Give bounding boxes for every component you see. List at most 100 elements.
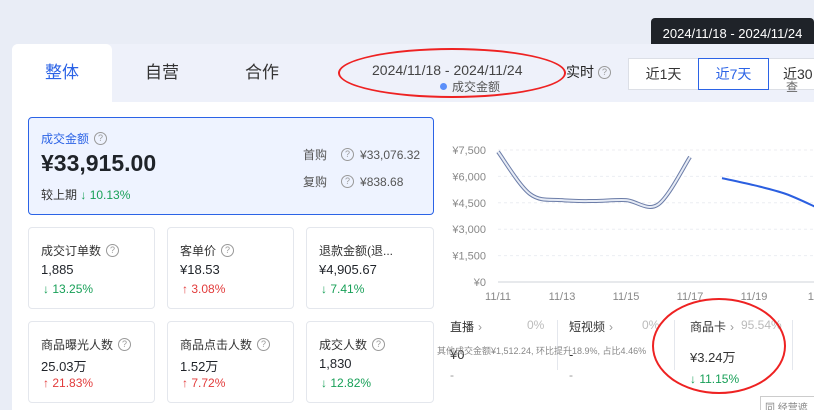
metric-label-row: 退款金额(退... (319, 242, 393, 259)
series-line-outline (496, 150, 692, 209)
metric-label-row: 商品点击人数? (180, 336, 271, 353)
arrow-down-icon: ↓ (321, 282, 331, 296)
y-tick-label: ¥7,500 (451, 145, 486, 157)
metric-label: 商品曝光人数 (41, 338, 114, 352)
tab-self-operated[interactable]: 自营 (112, 44, 212, 102)
question-icon[interactable]: ? (341, 148, 355, 161)
metric-label-row: 商品曝光人数? (41, 336, 132, 353)
channel-pct: 0% (527, 318, 545, 332)
gmv-change: 10.13% (89, 188, 131, 202)
gmv-card[interactable]: 成交金额 ? ¥33,915.00 较上期 ↓ 10.13% 首购 ? ¥33,… (28, 117, 434, 215)
tab-overall[interactable]: 整体 (12, 44, 112, 102)
x-tick-label: 11/19 (741, 291, 768, 303)
metric-change: ↑ 3.08% (182, 282, 226, 296)
arrow-up-icon: ↑ (182, 282, 192, 296)
metric-card-avg-order[interactable]: 客单价? ¥18.53 ↑ 3.08% (167, 227, 294, 309)
y-tick-label: ¥1,500 (451, 251, 486, 263)
metric-card-clicks[interactable]: 商品点击人数? 1.52万 ↑ 7.72% (167, 321, 294, 403)
metric-value: ¥18.53 (180, 262, 220, 277)
metric-change: ↓ 13.25% (43, 282, 94, 296)
channel-change: ↓ 11.15% (690, 372, 740, 386)
chevron-right-icon: › (478, 319, 483, 334)
metric-value: 25.03万 (41, 359, 87, 374)
channel-label: 商品卡 (690, 320, 727, 334)
first-purchase-row: 首购 ? ¥33,076.32 (303, 146, 420, 163)
arrow-down-icon: ↓ (690, 372, 700, 386)
metric-card-refund[interactable]: 退款金额(退... ¥4,905.67 ↓ 7.41% (306, 227, 434, 309)
tab-cooperation[interactable]: 合作 (212, 44, 312, 102)
first-purchase-value: ¥33,076.32 (360, 147, 421, 162)
first-purchase-label: 首购 (303, 148, 328, 162)
metric-value: 1,830 (319, 356, 352, 371)
metric-label: 成交人数 (319, 338, 368, 352)
filter-1-day[interactable]: 近1天 (628, 58, 699, 90)
divider (792, 320, 793, 370)
repurchase-row: 复购 ? ¥838.68 (303, 173, 403, 190)
metric-label-row: 成交人数? (319, 336, 386, 353)
arrow-down-icon: ↓ (43, 282, 53, 296)
metric-label: 商品点击人数 (180, 338, 253, 352)
question-icon[interactable]: ? (598, 65, 611, 79)
channel-change: - (569, 368, 573, 382)
x-tick-label: 11/13 (549, 291, 576, 303)
y-tick-label: ¥4,500 (451, 198, 486, 210)
metric-change: ↓ 12.82% (321, 376, 372, 390)
metric-card-orders[interactable]: 成交订单数? 1,885 ↓ 13.25% (28, 227, 155, 309)
question-icon[interactable]: ? (257, 338, 271, 351)
metric-card-exposure[interactable]: 商品曝光人数? 25.03万 ↑ 21.83% (28, 321, 155, 403)
channel-value: ¥3.24万 (690, 350, 736, 365)
x-tick-label: 11/11 (485, 291, 511, 303)
legend-dot-icon (440, 83, 447, 90)
channel-pct: 95.54% (741, 318, 782, 332)
question-icon[interactable]: ? (118, 338, 132, 351)
x-tick-label: 11/15 (613, 291, 640, 303)
chevron-right-icon: › (609, 319, 614, 334)
y-tick-label: ¥0 (473, 277, 486, 289)
x-tick-label: 11/17 (677, 291, 704, 303)
metric-label-row: 客单价? (180, 242, 235, 259)
metric-card-buyers[interactable]: 成交人数? 1,830 ↓ 12.82% (306, 321, 434, 403)
gmv-label-row: 成交金额 ? (41, 130, 108, 147)
realtime-toggle[interactable]: 实时 ? (566, 62, 611, 82)
metric-label: 成交订单数 (41, 244, 102, 258)
metric-change: ↑ 21.83% (43, 376, 94, 390)
metric-value: 1,885 (41, 262, 74, 277)
channel-change: - (450, 368, 454, 382)
arrow-up-icon: ↑ (182, 376, 192, 390)
channel-label: 直播 (450, 320, 475, 334)
realtime-label: 实时 (566, 64, 594, 80)
question-icon[interactable]: ? (106, 244, 120, 257)
channel-product-card[interactable]: 商品卡 › ¥3.24万 ↓ 11.15% (690, 318, 740, 387)
repurchase-label: 复购 (303, 175, 328, 189)
corner-button[interactable]: 同 经营遮 (760, 396, 814, 410)
gmv-label: 成交金额 (41, 132, 90, 146)
question-icon[interactable]: ? (372, 338, 386, 351)
arrow-down-icon: ↓ (321, 376, 331, 390)
date-range-label: 2024/11/18 - 2024/11/24 (372, 62, 523, 78)
series-line-current-period (721, 177, 814, 208)
channel-pct: 0% (642, 318, 660, 332)
metric-change: ↓ 7.41% (321, 282, 365, 296)
filter-7-days[interactable]: 近7天 (698, 58, 769, 90)
footnote: 其他成交金额¥1,512.24, 环比提升18.9%, 占比4.46% (437, 346, 647, 356)
gmv-compare: 较上期 ↓ 10.13% (41, 186, 130, 203)
y-tick-label: ¥3,000 (451, 224, 486, 236)
metric-label-row: 成交订单数? (41, 242, 120, 259)
arrow-down-icon: ↓ (80, 188, 87, 202)
question-icon[interactable]: ? (341, 175, 355, 188)
y-tick-label: ¥6,000 (451, 171, 486, 183)
gmv-trend-chart: ¥0 ¥1,500 ¥3,000 ¥4,500 ¥6,000 ¥7,500 11/11 11/… (451, 145, 814, 303)
metric-value: 1.52万 (180, 359, 219, 374)
metric-value: ¥4,905.67 (319, 262, 377, 277)
compare-label: 较上期 (41, 188, 78, 202)
chevron-right-icon: › (730, 319, 735, 334)
channel-label: 短视频 (569, 320, 606, 334)
repurchase-value: ¥838.68 (360, 174, 404, 189)
metric-change: ↑ 7.72% (182, 376, 226, 390)
arrow-up-icon: ↑ (43, 376, 53, 390)
question-icon[interactable]: ? (221, 244, 235, 257)
metric-label: 客单价 (180, 244, 217, 258)
gmv-value: ¥33,915.00 (41, 150, 157, 176)
x-tick-label: 11/2 (808, 291, 814, 303)
question-icon[interactable]: ? (94, 132, 108, 145)
